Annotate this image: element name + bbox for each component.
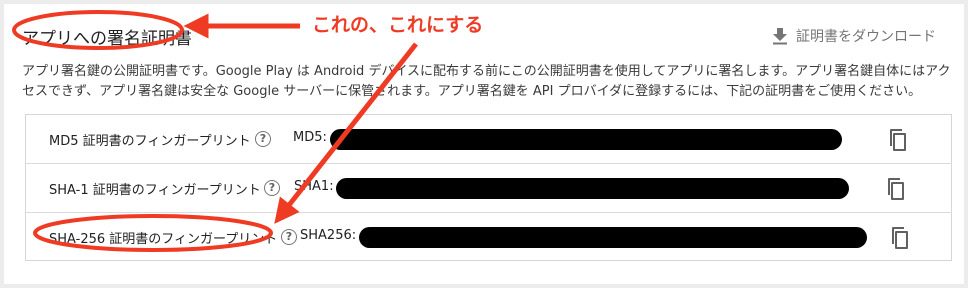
copy-icon[interactable] [885,127,909,153]
download-icon [772,27,788,45]
section-title: アプリへの署名証明書 [22,29,192,49]
fingerprint-prefix: MD5: [293,130,327,145]
redacted-fingerprint-value [330,129,842,150]
fingerprint-label: SHA-256 証明書のフィンガープリント [49,232,278,247]
fingerprint-prefix: SHA1: [294,179,334,194]
help-icon[interactable]: ? [264,180,280,196]
fingerprint-row-sha256: SHA-256 証明書のフィンガープリント ? SHA256: [26,213,951,262]
fingerprint-label: MD5 証明書のフィンガープリント [49,134,251,149]
fingerprint-table: MD5 証明書のフィンガープリント ? MD5: SHA-1 証明書のフィンガー… [25,114,952,261]
fingerprint-row-md5: MD5 証明書のフィンガープリント ? MD5: [26,115,951,164]
help-icon[interactable]: ? [281,229,297,245]
annotation-text: これの、これにする [312,14,484,36]
fingerprint-prefix: SHA256: [300,228,357,243]
download-label: 証明書をダウンロード [796,29,936,45]
fingerprint-row-sha1: SHA-1 証明書のフィンガープリント ? SHA1: [26,164,951,213]
fingerprint-label: SHA-1 証明書のフィンガープリント [49,183,261,198]
copy-icon[interactable] [887,225,911,251]
section-description: アプリ署名鍵の公開証明書です。Google Play は Android デバイ… [22,64,951,99]
redacted-fingerprint-value [336,178,849,199]
download-certificate-button[interactable]: 証明書をダウンロード [772,26,936,46]
copy-icon[interactable] [883,176,907,202]
app-signing-certificate-card: アプリへの署名証明書 証明書をダウンロード アプリ署名鍵の公開証明書です。Goo… [4,4,964,284]
redacted-fingerprint-value [359,227,867,248]
help-icon[interactable]: ? [255,131,271,147]
